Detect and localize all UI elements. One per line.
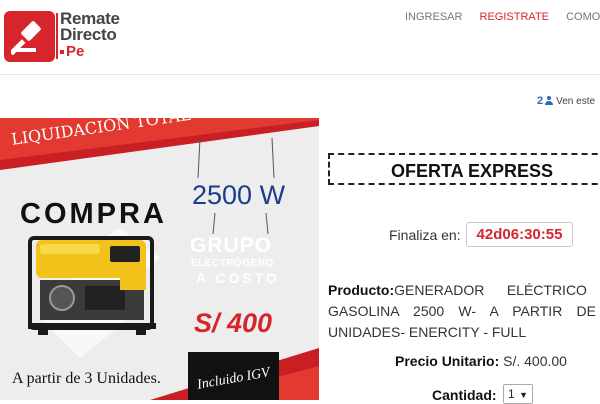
price-label: Precio Unitario: [395,353,500,369]
viewers-text: Ven este [556,96,596,107]
finaliza-label: Finaliza en: [389,227,461,243]
viewers-count: 2 [537,95,544,107]
countdown-timer: 42d06:30:55 [466,222,573,247]
promo-compra: COMPRA [20,198,167,230]
brand-line3: Pe [60,43,150,60]
viewers-counter: 2 Ven este [537,95,595,107]
product-label: Producto: [328,282,395,298]
nav-ingresar[interactable]: INGRESAR [405,11,462,23]
site-header: Remate Directo Pe INGRESAR REGISTRATE CO… [0,0,600,75]
user-icon [545,96,554,105]
unit-price: Precio Unitario: S/. 400.00 [395,353,567,369]
logo-divider [56,13,58,59]
brand-name[interactable]: Remate Directo Pe [60,10,150,60]
logo[interactable] [4,11,55,62]
promo-price: S/ 400 [194,308,273,338]
offer-title: OFERTA EXPRESS [391,161,554,181]
promo-electrogeno: ELECTRÓGENO [191,258,274,269]
gavel-icon [11,21,41,55]
nav-registrate[interactable]: REGISTRATE [480,11,549,23]
brand-line2: Directo [60,25,117,44]
product-description: Producto:GENERADOR ELÉCTRICO A GASOLINA … [328,280,600,343]
quantity-value: 1 [508,387,515,401]
promo-watts: 2500 W [192,180,286,210]
price-value: S/. 400.00 [503,353,567,369]
quantity-select[interactable]: 1 ▼ [503,384,533,404]
top-nav: INGRESAR REGISTRATE COMO FU [405,11,600,23]
quantity-label: Cantidad: [432,387,497,403]
promo-a-costo: A COSTO [196,270,281,286]
promo-a-partir: A partir de 3 Unidades. [12,370,161,387]
chevron-down-icon: ▼ [519,390,528,400]
promo-grupo: GRUPO [190,234,273,257]
nav-como-funciona[interactable]: COMO FU [566,11,600,23]
